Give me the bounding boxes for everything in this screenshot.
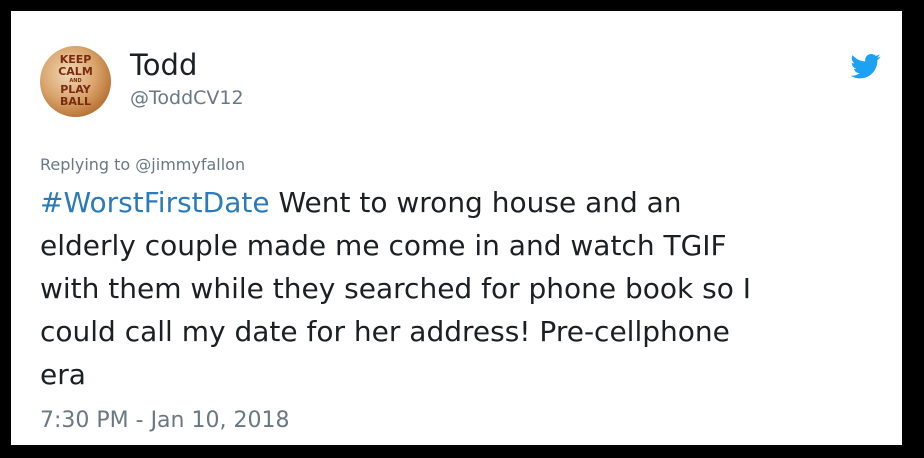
- tweet-timestamp[interactable]: 7:30 PM - Jan 10, 2018: [40, 407, 289, 435]
- avatar-logo-text: KEEP CALM AND PLAY BALL: [58, 53, 93, 108]
- author-name[interactable]: Todd: [130, 47, 197, 83]
- tweet-body: #WorstFirstDate Went to wrong house and …: [40, 181, 885, 396]
- reply-mention-link[interactable]: @jimmyfallon: [135, 155, 245, 174]
- replying-to-label: Replying to: [40, 155, 136, 174]
- twitter-bird-icon[interactable]: [849, 51, 883, 81]
- tweet-card: KEEP CALM AND PLAY BALL Todd @ToddCV12 R…: [11, 11, 902, 445]
- hashtag-link[interactable]: #WorstFirstDate: [40, 186, 270, 219]
- replying-to: Replying to @jimmyfallon: [40, 154, 245, 176]
- author-handle[interactable]: @ToddCV12: [130, 86, 244, 110]
- avatar[interactable]: KEEP CALM AND PLAY BALL: [40, 46, 111, 117]
